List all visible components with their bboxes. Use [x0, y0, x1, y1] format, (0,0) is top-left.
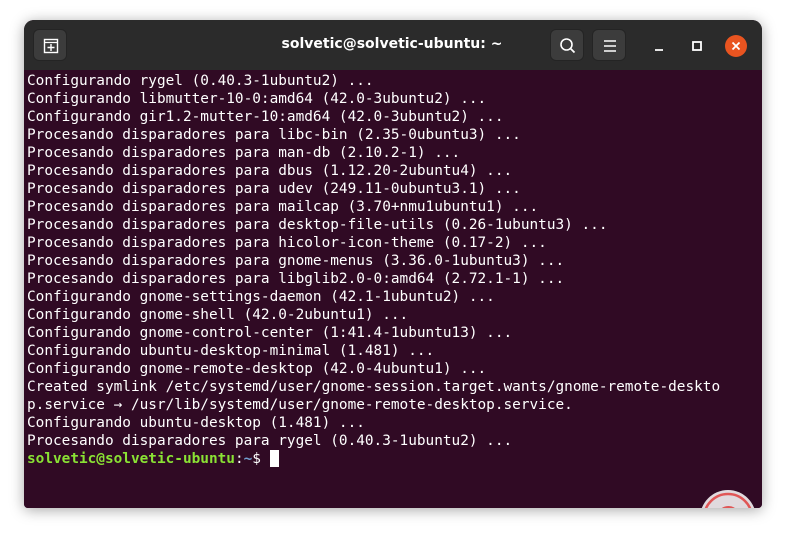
output-line: Procesando disparadores para libc-bin (2…	[27, 127, 521, 143]
search-button[interactable]	[550, 29, 584, 61]
prompt-user: solvetic@solvetic-ubuntu	[27, 451, 235, 467]
terminal-window: solvetic@solvetic-ubuntu: ~ Configurando…	[24, 20, 762, 508]
output-line: Configurando rygel (0.40.3-1ubuntu2) ...	[27, 73, 374, 89]
new-tab-button[interactable]	[33, 29, 67, 61]
minimize-button[interactable]	[648, 35, 670, 57]
output-line: Configurando libmutter-10-0:amd64 (42.0-…	[27, 91, 487, 107]
terminal-output[interactable]: Configurando rygel (0.40.3-1ubuntu2) ...…	[24, 70, 762, 508]
prompt-path: ~	[243, 451, 253, 467]
prompt-separator: :	[234, 451, 244, 467]
watermark-logo	[700, 490, 756, 508]
output-line: Configurando gir1.2-mutter-10:amd64 (42.…	[27, 109, 504, 125]
close-button[interactable]	[725, 35, 747, 57]
output-line: Procesando disparadores para rygel (0.40…	[27, 433, 513, 449]
text-cursor	[269, 450, 279, 467]
output-line: Configurando gnome-shell (42.0-2ubuntu1)…	[27, 307, 409, 323]
output-line: Procesando disparadores para desktop-fil…	[27, 217, 608, 233]
watermark-icon	[704, 492, 752, 508]
new-tab-icon	[43, 38, 59, 54]
window-title: solvetic@solvetic-ubuntu: ~	[281, 36, 503, 52]
minimize-icon	[655, 49, 663, 51]
menu-button[interactable]	[592, 29, 626, 61]
output-line: Procesando disparadores para hicolor-ico…	[27, 235, 547, 251]
prompt-line[interactable]: solvetic@solvetic-ubuntu:~$	[27, 450, 762, 468]
output-line: Configurando gnome-settings-daemon (42.1…	[27, 289, 495, 305]
output-line: Procesando disparadores para man-db (2.1…	[27, 145, 461, 161]
hamburger-menu-icon	[604, 40, 616, 52]
output-line: Created symlink /etc/systemd/user/gnome-…	[27, 379, 721, 395]
output-line: Procesando disparadores para dbus (1.12.…	[27, 163, 513, 179]
output-line: Configurando gnome-remote-desktop (42.0-…	[27, 361, 487, 377]
output-line: p.service → /usr/lib/systemd/user/gnome-…	[27, 397, 573, 413]
output-line: Configurando gnome-control-center (1:41.…	[27, 325, 513, 341]
close-icon	[725, 35, 747, 57]
output-line: Configurando ubuntu-desktop-minimal (1.4…	[27, 343, 435, 359]
output-line: Procesando disparadores para gnome-menus…	[27, 253, 565, 269]
output-line: Procesando disparadores para udev (249.1…	[27, 181, 521, 197]
output-line: Procesando disparadores para mailcap (3.…	[27, 199, 539, 215]
maximize-icon	[692, 41, 702, 51]
title-bar: solvetic@solvetic-ubuntu: ~	[24, 20, 762, 70]
output-line: Procesando disparadores para libglib2.0-…	[27, 271, 565, 287]
output-line: Configurando ubuntu-desktop (1.481) ...	[27, 415, 365, 431]
search-icon	[560, 38, 576, 54]
maximize-button[interactable]	[686, 35, 708, 57]
prompt-symbol: $	[252, 451, 270, 467]
